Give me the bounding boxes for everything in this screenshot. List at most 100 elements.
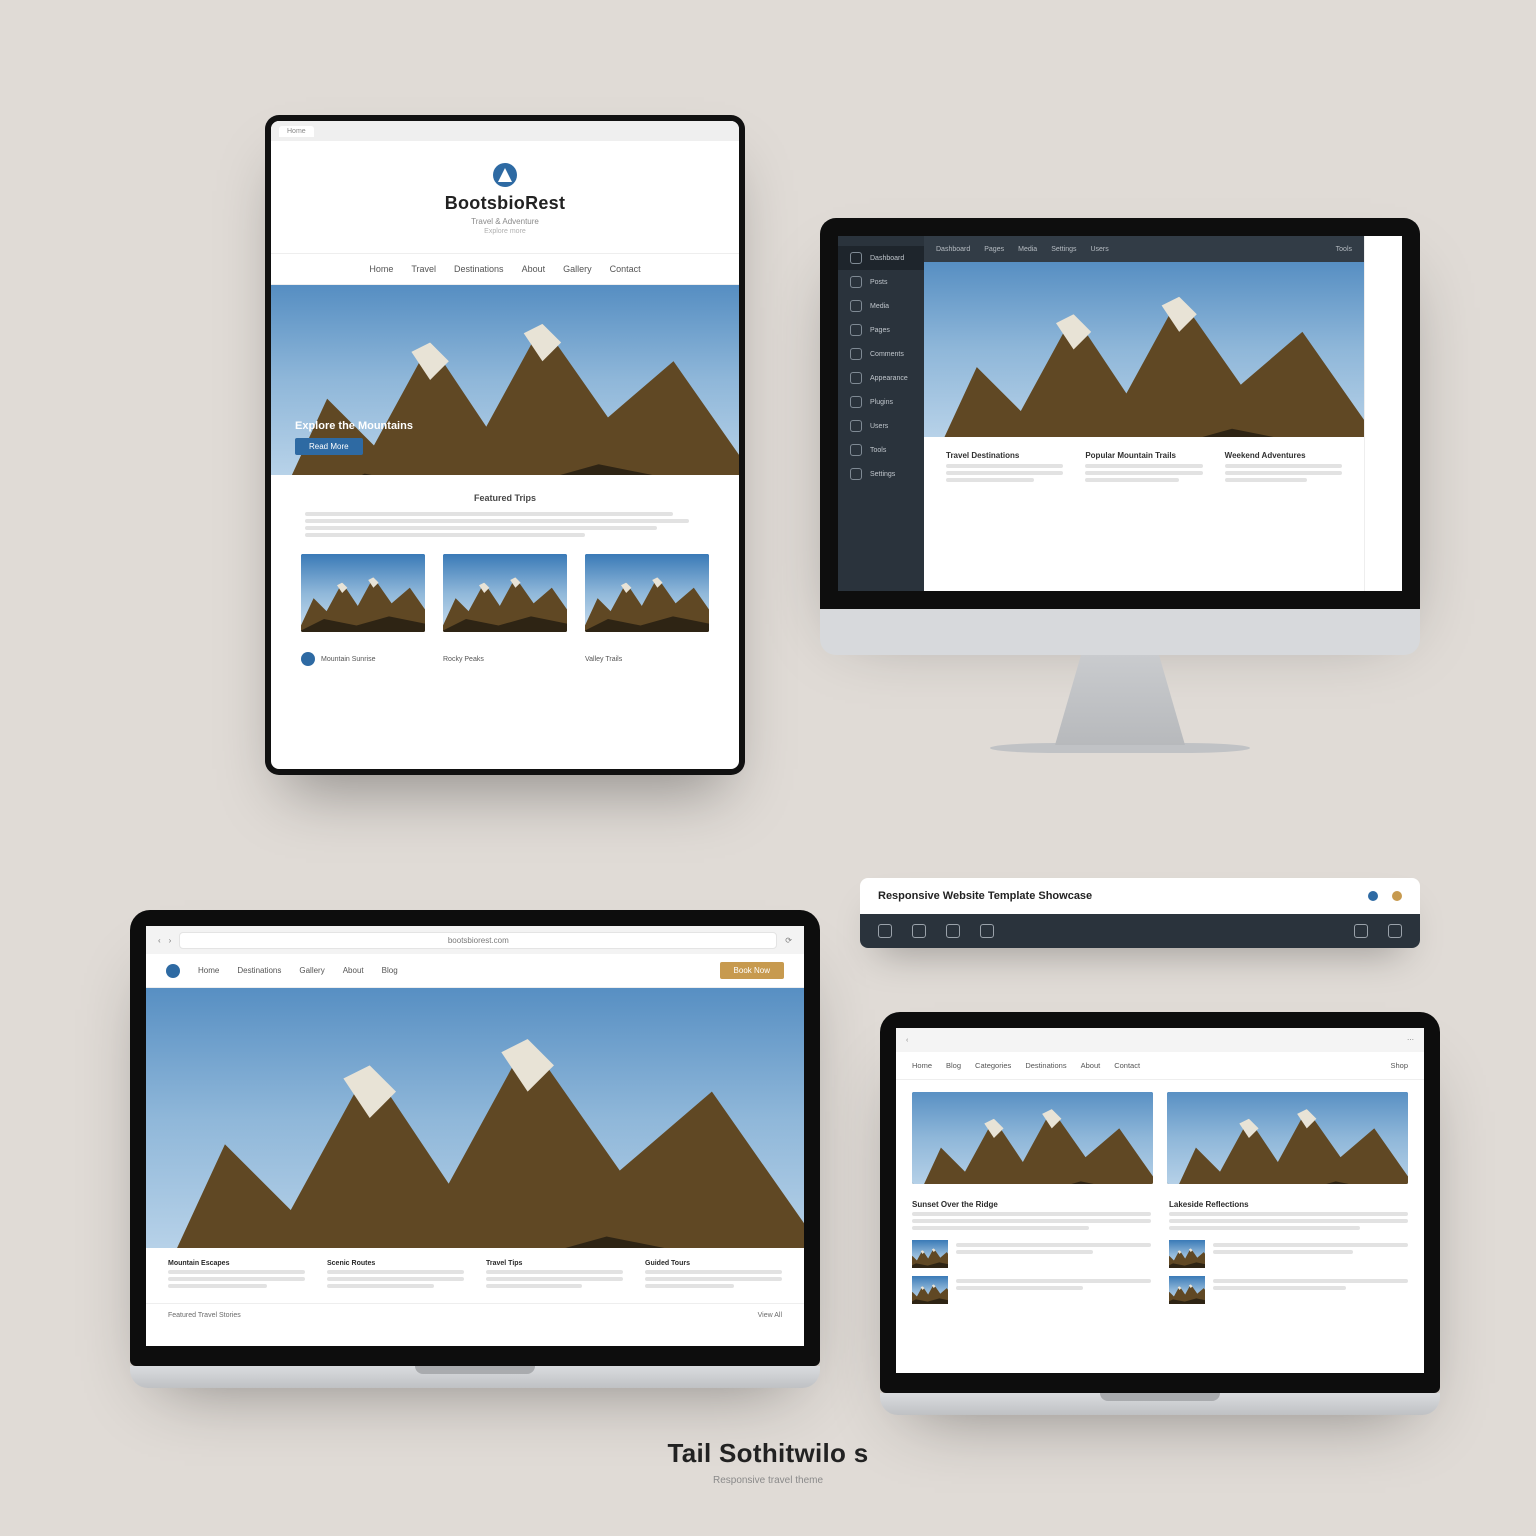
tools-icon [850,444,862,456]
admin-topbar: Dashboard Pages Media Settings Users Too… [924,236,1364,262]
bullet-icon [301,652,315,666]
sidebar-item[interactable]: Users [838,414,924,438]
pages-icon [850,324,862,336]
feature-card[interactable]: Weekend Adventures [1225,451,1342,485]
hero-image [146,988,804,1248]
sidebar-item[interactable]: Posts [838,270,924,294]
thumbnail-card[interactable] [585,554,709,632]
image-icon[interactable] [946,924,960,938]
nav-link[interactable]: Contact [610,264,641,274]
comments-icon [850,348,862,360]
back-icon[interactable]: ‹ [906,1037,908,1044]
settings-icon [850,468,862,480]
scrollbar-gutter[interactable] [1364,236,1402,591]
sidebar-item[interactable]: Appearance [838,366,924,390]
caption-title: Tail Sothitwilo s [0,1438,1536,1469]
feature-card[interactable]: Travel Destinations [946,451,1063,485]
nav-link[interactable]: Blog [946,1061,961,1070]
thumbnail-caption: Rocky Peaks [443,652,567,666]
topbar-link[interactable]: Users [1090,246,1108,253]
sidebar-item[interactable]: Comments [838,342,924,366]
nav-link[interactable]: Destinations [454,264,504,274]
topbar-link[interactable]: Settings [1051,246,1076,253]
section-heading: Featured Trips [271,475,739,509]
brand-tagline: Travel & Adventure [471,217,539,226]
sidebar-item[interactable]: Dashboard [838,246,924,270]
nav-link[interactable]: Destinations [237,966,281,975]
feature-card[interactable]: Popular Mountain Trails [1085,451,1202,485]
footer-link[interactable]: View All [758,1312,782,1319]
user-icon[interactable] [1388,924,1402,938]
hero-image [924,262,1364,437]
nav-link[interactable]: About [1081,1061,1101,1070]
widget-toolbar [860,914,1420,948]
sidebar-item[interactable]: Plugins [838,390,924,414]
thumbnail-card[interactable] [443,554,567,632]
imac-mockup: Dashboard Posts Media Pages Comments App… [820,218,1420,753]
home-icon[interactable] [878,924,892,938]
gear-icon[interactable] [980,924,994,938]
nav-link[interactable]: Destinations [1025,1061,1066,1070]
nav-link[interactable]: Blog [382,966,398,975]
list-item[interactable] [1169,1276,1408,1304]
nav-link[interactable]: Contact [1114,1061,1140,1070]
forward-icon[interactable]: › [169,936,172,945]
feature-column: Guided Tours [645,1260,782,1291]
browser-tab[interactable]: Home [279,126,314,137]
post-image[interactable] [912,1092,1153,1184]
list-item[interactable] [1169,1240,1408,1268]
nav-link[interactable]: Gallery [299,966,324,975]
feature-column: Mountain Escapes [168,1260,305,1291]
nav-link[interactable]: Home [912,1061,932,1070]
feature-column: Scenic Routes [327,1260,464,1291]
topbar-link[interactable]: Pages [984,246,1004,253]
reload-icon[interactable]: ⟳ [785,936,792,945]
post-summary: Lakeside Reflections [1169,1200,1408,1312]
menu-icon[interactable]: ⋯ [1407,1036,1414,1044]
laptop-base [130,1366,820,1388]
back-icon[interactable]: ‹ [158,936,161,945]
macbook-left-mockup: ‹ › bootsbiorest.com ⟳ Home Destinations… [130,910,820,1388]
section-paragraph [271,509,739,540]
nav-link[interactable]: About [522,264,546,274]
card-title: Popular Mountain Trails [1085,451,1202,460]
topbar-link[interactable]: Dashboard [936,246,970,253]
nav-link[interactable]: Categories [975,1061,1011,1070]
nav-link[interactable]: Travel [411,264,436,274]
post-summary: Sunset Over the Ridge [912,1200,1151,1312]
address-bar[interactable]: bootsbiorest.com [179,932,777,949]
section-footer: Featured Travel Stories View All [146,1303,804,1327]
tablet-nav: Home Travel Destinations About Gallery C… [271,253,739,285]
media-icon [850,300,862,312]
grid-icon[interactable] [912,924,926,938]
sidebar-item[interactable]: Tools [838,438,924,462]
nav-link[interactable]: Home [369,264,393,274]
post-image[interactable] [1167,1092,1408,1184]
sidebar-item[interactable]: Media [838,294,924,318]
sidebar-item[interactable]: Settings [838,462,924,486]
nav-link[interactable]: Gallery [563,264,592,274]
post-title[interactable]: Lakeside Reflections [1169,1200,1408,1209]
status-dot-icon [1392,891,1402,901]
nav-link[interactable]: About [343,966,364,975]
topbar-link[interactable]: Tools [1336,246,1352,253]
appearance-icon [850,372,862,384]
topbar-link[interactable]: Media [1018,246,1037,253]
widget-title: Responsive Website Template Showcase [878,890,1354,902]
browser-toolbar: ‹ ⋯ [896,1028,1424,1052]
cta-button[interactable]: Book Now [720,962,784,979]
laptop-base [880,1393,1440,1415]
hero-cta-button[interactable]: Read More [295,438,363,455]
post-title[interactable]: Sunset Over the Ridge [912,1200,1151,1209]
search-icon[interactable] [1354,924,1368,938]
users-icon [850,420,862,432]
thumbnail-card[interactable] [301,554,425,632]
admin-sidebar: Dashboard Posts Media Pages Comments App… [838,236,924,591]
list-item[interactable] [912,1240,1151,1268]
header-widget: Responsive Website Template Showcase [860,878,1420,948]
site-logo-icon[interactable] [166,964,180,978]
nav-link[interactable]: Shop [1390,1061,1408,1070]
nav-link[interactable]: Home [198,966,219,975]
sidebar-item[interactable]: Pages [838,318,924,342]
list-item[interactable] [912,1276,1151,1304]
